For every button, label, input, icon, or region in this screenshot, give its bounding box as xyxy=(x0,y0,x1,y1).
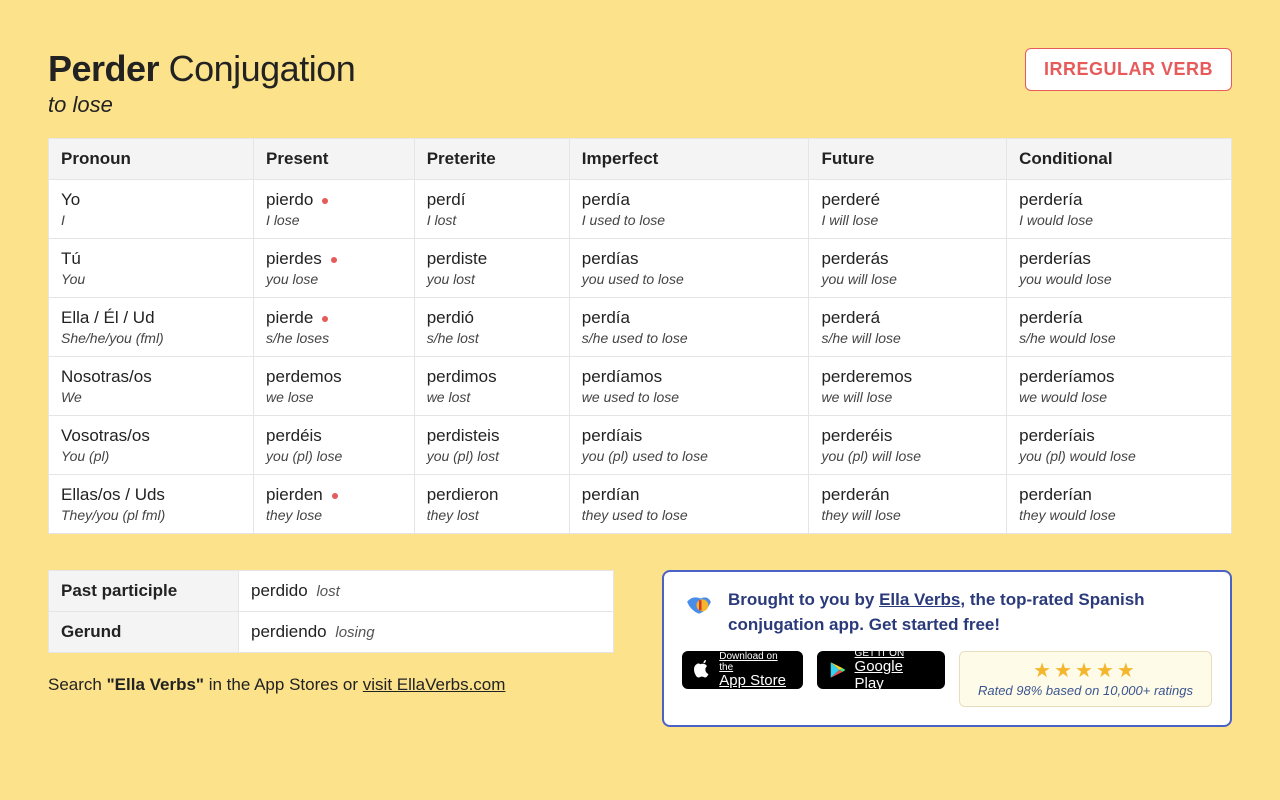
column-header: Imperfect xyxy=(569,139,809,180)
pronoun-cell: TúYou xyxy=(49,239,254,298)
apple-icon xyxy=(694,660,711,680)
column-header: Future xyxy=(809,139,1007,180)
title-suffix: Conjugation xyxy=(169,48,356,89)
irregular-badge: IRREGULAR VERB xyxy=(1025,48,1232,91)
conjugation-cell: perderéI will lose xyxy=(809,180,1007,239)
pronoun-cell: Ella / Él / UdShe/he/you (fml) xyxy=(49,298,254,357)
conjugation-cell: pierdo I lose xyxy=(254,180,415,239)
conjugation-cell: perderás/he will lose xyxy=(809,298,1007,357)
column-header: Preterite xyxy=(414,139,569,180)
past-participle-value: perdido lost xyxy=(239,571,614,612)
conjugation-cell: perdieronthey lost xyxy=(414,475,569,534)
conjugation-cell: perdéisyou (pl) lose xyxy=(254,416,415,475)
table-row: Ellas/os / UdsThey/you (pl fml)pierden t… xyxy=(49,475,1232,534)
conjugation-cell: perdemoswe lose xyxy=(254,357,415,416)
pronoun-cell: Nosotras/osWe xyxy=(49,357,254,416)
ella-verbs-link[interactable]: Ella Verbs xyxy=(879,590,960,609)
conjugation-cell: perderásyou will lose xyxy=(809,239,1007,298)
conjugation-cell: perderemoswe will lose xyxy=(809,357,1007,416)
page-title: Perder Conjugation xyxy=(48,48,355,90)
conjugation-cell: pierde s/he loses xyxy=(254,298,415,357)
conjugation-cell: perdíaI used to lose xyxy=(569,180,809,239)
visit-link[interactable]: visit EllaVerbs.com xyxy=(363,675,506,694)
conjugation-cell: perdisteisyou (pl) lost xyxy=(414,416,569,475)
conjugation-cell: pierden they lose xyxy=(254,475,415,534)
pronoun-cell: Ellas/os / UdsThey/you (pl fml) xyxy=(49,475,254,534)
column-header: Present xyxy=(254,139,415,180)
conjugation-cell: perderíaisyou (pl) would lose xyxy=(1007,416,1232,475)
conjugation-cell: pierdes you lose xyxy=(254,239,415,298)
verb-translation: to lose xyxy=(48,92,355,118)
conjugation-cell: perderías/he would lose xyxy=(1007,298,1232,357)
conjugation-cell: perderíasyou would lose xyxy=(1007,239,1232,298)
table-row: Vosotras/osYou (pl)perdéisyou (pl) losep… xyxy=(49,416,1232,475)
promo-text: Brought to you by Ella Verbs, the top-ra… xyxy=(728,588,1212,637)
conjugation-table: PronounPresentPreteriteImperfectFutureCo… xyxy=(48,138,1232,534)
table-row: Nosotras/osWeperdemoswe loseperdimoswe l… xyxy=(49,357,1232,416)
verb-name: Perder xyxy=(48,48,159,89)
conjugation-cell: perderíanthey would lose xyxy=(1007,475,1232,534)
pronoun-cell: YoI xyxy=(49,180,254,239)
conjugation-cell: perdías/he used to lose xyxy=(569,298,809,357)
column-header: Conditional xyxy=(1007,139,1232,180)
conjugation-cell: perdisteyou lost xyxy=(414,239,569,298)
search-hint: Search "Ella Verbs" in the App Stores or… xyxy=(48,675,614,695)
conjugation-cell: perderíaI would lose xyxy=(1007,180,1232,239)
promo-box: Brought to you by Ella Verbs, the top-ra… xyxy=(662,570,1232,727)
conjugation-cell: perderánthey will lose xyxy=(809,475,1007,534)
conjugation-cell: perdíamoswe used to lose xyxy=(569,357,809,416)
irregular-dot-icon xyxy=(322,316,328,322)
participles-table: Past participle perdido lost Gerund perd… xyxy=(48,570,614,653)
app-logo-icon xyxy=(682,590,716,624)
irregular-dot-icon xyxy=(332,493,338,499)
conjugation-cell: perdíasyou used to lose xyxy=(569,239,809,298)
gerund-value: perdiendo losing xyxy=(239,612,614,653)
conjugation-cell: perdíaisyou (pl) used to lose xyxy=(569,416,809,475)
conjugation-cell: perderéisyou (pl) will lose xyxy=(809,416,1007,475)
gerund-label: Gerund xyxy=(49,612,239,653)
conjugation-cell: perdíanthey used to lose xyxy=(569,475,809,534)
rating-text: Rated 98% based on 10,000+ ratings xyxy=(978,683,1193,698)
conjugation-cell: perdíI lost xyxy=(414,180,569,239)
ratings-box: ★★★★★ Rated 98% based on 10,000+ ratings xyxy=(959,651,1212,707)
column-header: Pronoun xyxy=(49,139,254,180)
table-row: TúYoupierdes you loseperdisteyou lostper… xyxy=(49,239,1232,298)
past-participle-label: Past participle xyxy=(49,571,239,612)
google-play-badge[interactable]: GET IT ONGoogle Play xyxy=(817,651,945,689)
star-icons: ★★★★★ xyxy=(978,658,1193,683)
conjugation-cell: perdimoswe lost xyxy=(414,357,569,416)
play-icon xyxy=(829,661,846,679)
conjugation-cell: perderíamoswe would lose xyxy=(1007,357,1232,416)
table-row: Ella / Él / UdShe/he/you (fml)pierde s/h… xyxy=(49,298,1232,357)
pronoun-cell: Vosotras/osYou (pl) xyxy=(49,416,254,475)
app-store-badge[interactable]: Download on theApp Store xyxy=(682,651,803,689)
conjugation-cell: perdiós/he lost xyxy=(414,298,569,357)
irregular-dot-icon xyxy=(322,198,328,204)
irregular-dot-icon xyxy=(331,257,337,263)
table-row: YoIpierdo I loseperdíI lostperdíaI used … xyxy=(49,180,1232,239)
